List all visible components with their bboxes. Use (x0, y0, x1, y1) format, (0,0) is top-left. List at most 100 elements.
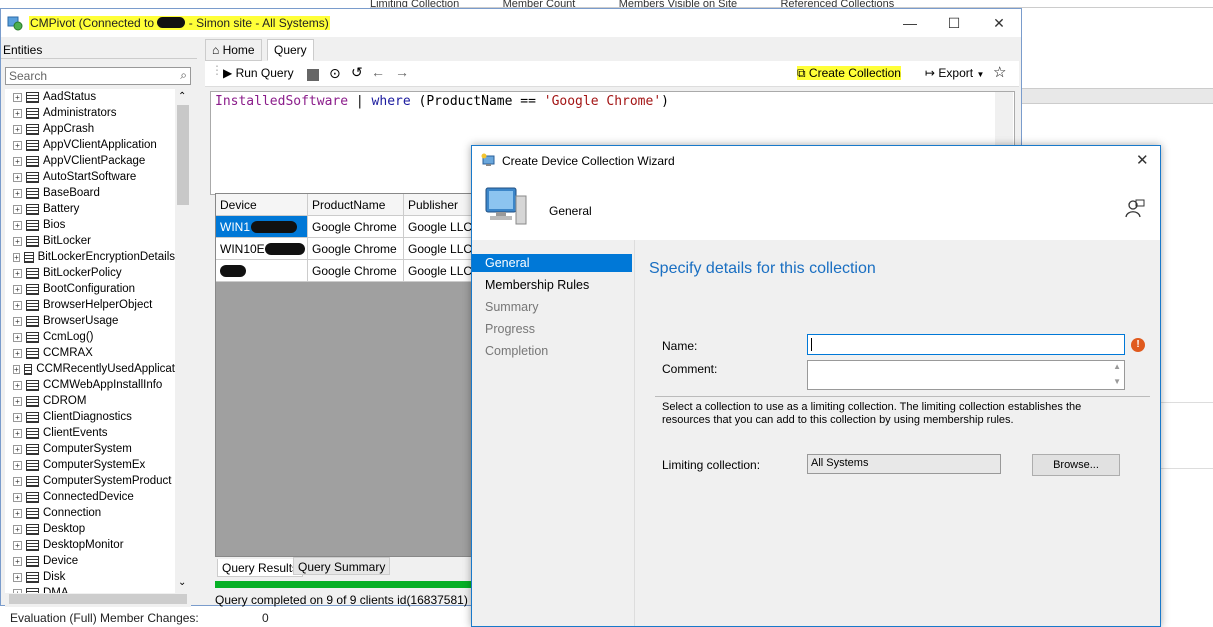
hscroll-thumb[interactable] (9, 594, 187, 604)
expand-icon[interactable]: + (13, 236, 22, 246)
run-script-icon[interactable]: ⊙ (329, 65, 341, 82)
run-query-button[interactable]: ▶ Run Query (223, 66, 294, 80)
expand-icon[interactable]: + (13, 220, 22, 230)
expand-icon[interactable]: + (13, 284, 22, 294)
entity-item[interactable]: + CCMWebAppInstallInfo (5, 377, 175, 393)
expand-icon[interactable]: + (13, 572, 22, 582)
scroll-down-icon[interactable]: ▼ (1113, 377, 1121, 386)
entity-item[interactable]: + Device (5, 553, 175, 569)
forward-arrow-icon[interactable]: → (395, 64, 409, 80)
expand-icon[interactable]: + (13, 492, 22, 502)
expand-icon[interactable]: + (13, 476, 22, 486)
table-row[interactable]: WIN1 Google Chrome Google LLC (216, 216, 472, 238)
expand-icon[interactable]: + (13, 188, 22, 198)
expand-icon[interactable]: + (13, 92, 22, 102)
table-row[interactable]: WIN10E Google Chrome Google LLC (216, 238, 472, 260)
entity-item[interactable]: + ClientEvents (5, 425, 175, 441)
entity-item[interactable]: + AadStatus (5, 89, 175, 105)
comment-textarea[interactable]: ▲ ▼ (807, 360, 1125, 390)
entity-item[interactable]: + Desktop (5, 521, 175, 537)
entity-item[interactable]: + DMA (5, 585, 175, 593)
expand-icon[interactable]: + (13, 332, 22, 342)
expand-icon[interactable]: + (13, 380, 22, 390)
entity-item[interactable]: + AppVClientPackage (5, 153, 175, 169)
expand-icon[interactable]: + (13, 412, 22, 422)
entity-item[interactable]: + ComputerSystemProduct (5, 473, 175, 489)
entity-item[interactable]: + Battery (5, 201, 175, 217)
favorite-star-icon[interactable]: ☆ (993, 63, 1006, 81)
scroll-up-icon[interactable]: ⌃ (178, 91, 186, 102)
expand-icon[interactable]: + (13, 428, 22, 438)
expand-icon[interactable]: + (13, 540, 22, 550)
expand-icon[interactable]: + (13, 300, 22, 310)
minimize-button[interactable]: — (887, 9, 933, 37)
expand-icon[interactable]: + (13, 348, 22, 358)
step-membership-rules[interactable]: Membership Rules (472, 276, 632, 294)
export-button[interactable]: ↦ Export ▼ (925, 66, 984, 80)
expand-icon[interactable]: + (13, 172, 22, 182)
dialog-close-icon[interactable]: ✕ (1136, 151, 1149, 169)
expand-icon[interactable]: + (13, 556, 22, 566)
expand-icon[interactable]: + (13, 396, 22, 406)
tab-query[interactable]: Query (267, 39, 314, 61)
expand-icon[interactable]: + (13, 156, 22, 166)
entity-item[interactable]: + Bios (5, 217, 175, 233)
back-arrow-icon[interactable]: ← (371, 64, 385, 80)
entity-item[interactable]: + DesktopMonitor (5, 537, 175, 553)
expand-icon[interactable]: + (13, 268, 22, 278)
entity-item[interactable]: + AutoStartSoftware (5, 169, 175, 185)
expand-icon[interactable]: + (13, 508, 22, 518)
column-header-device[interactable]: Device (216, 194, 308, 216)
create-collection-button[interactable]: ⧉ Create Collection (797, 66, 901, 81)
entity-item[interactable]: + CDROM (5, 393, 175, 409)
tab-query-summary[interactable]: Query Summary (293, 557, 391, 575)
table-row[interactable]: Google Chrome Google LLC (216, 260, 472, 282)
search-icon[interactable]: ⌕ (180, 68, 187, 83)
expand-icon[interactable]: + (13, 316, 22, 326)
entity-item[interactable]: + BrowserHelperObject (5, 297, 175, 313)
tab-query-results[interactable]: Query Results (217, 559, 304, 577)
entity-item[interactable]: + ComputerSystemEx (5, 457, 175, 473)
expand-icon[interactable]: + (13, 444, 22, 454)
entity-item[interactable]: + BitLockerEncryptionDetails (5, 249, 175, 265)
scroll-up-icon[interactable]: ▲ (1113, 362, 1121, 371)
entity-item[interactable]: + AppCrash (5, 121, 175, 137)
entity-item[interactable]: + CCMRAX (5, 345, 175, 361)
entity-item[interactable]: + ComputerSystem (5, 441, 175, 457)
column-header-publisher[interactable]: Publisher (404, 194, 472, 216)
entity-item[interactable]: + BootConfiguration (5, 281, 175, 297)
undo-icon[interactable]: ↺ (351, 64, 363, 81)
entity-item[interactable]: + Connection (5, 505, 175, 521)
close-button[interactable]: ✕ (976, 9, 1022, 37)
name-input[interactable] (807, 334, 1125, 355)
entity-item[interactable]: + BitLockerPolicy (5, 265, 175, 281)
entities-scroll-thumb[interactable] (177, 105, 189, 205)
expand-icon[interactable]: + (13, 140, 22, 150)
entities-hscrollbar[interactable] (5, 593, 191, 607)
maximize-button[interactable]: ☐ (931, 9, 977, 37)
entities-search-input[interactable]: Search ⌕ (5, 67, 191, 85)
entity-item[interactable]: + AppVClientApplication (5, 137, 175, 153)
stop-icon[interactable] (307, 69, 319, 81)
entity-item[interactable]: + BrowserUsage (5, 313, 175, 329)
scroll-down-icon[interactable]: ⌄ (178, 577, 186, 588)
entity-item[interactable]: + BaseBoard (5, 185, 175, 201)
step-general[interactable]: General (472, 254, 632, 272)
entity-item[interactable]: + ConnectedDevice (5, 489, 175, 505)
tab-home[interactable]: ⌂ Home (205, 39, 262, 61)
expand-icon[interactable]: + (13, 460, 22, 470)
browse-button[interactable]: Browse... (1032, 454, 1120, 476)
expand-icon[interactable]: + (13, 204, 22, 214)
expand-icon[interactable]: + (13, 364, 20, 374)
entity-item[interactable]: + Disk (5, 569, 175, 585)
column-header-productname[interactable]: ProductName (308, 194, 404, 216)
entity-item[interactable]: + CCMRecentlyUsedApplicat (5, 361, 175, 377)
expand-icon[interactable]: + (13, 252, 20, 262)
expand-icon[interactable]: + (13, 124, 22, 134)
user-help-icon[interactable] (1124, 198, 1146, 220)
expand-icon[interactable]: + (13, 108, 22, 118)
expand-icon[interactable]: + (13, 524, 22, 534)
entity-item[interactable]: + BitLocker (5, 233, 175, 249)
entity-item[interactable]: + CcmLog() (5, 329, 175, 345)
entity-item[interactable]: + Administrators (5, 105, 175, 121)
